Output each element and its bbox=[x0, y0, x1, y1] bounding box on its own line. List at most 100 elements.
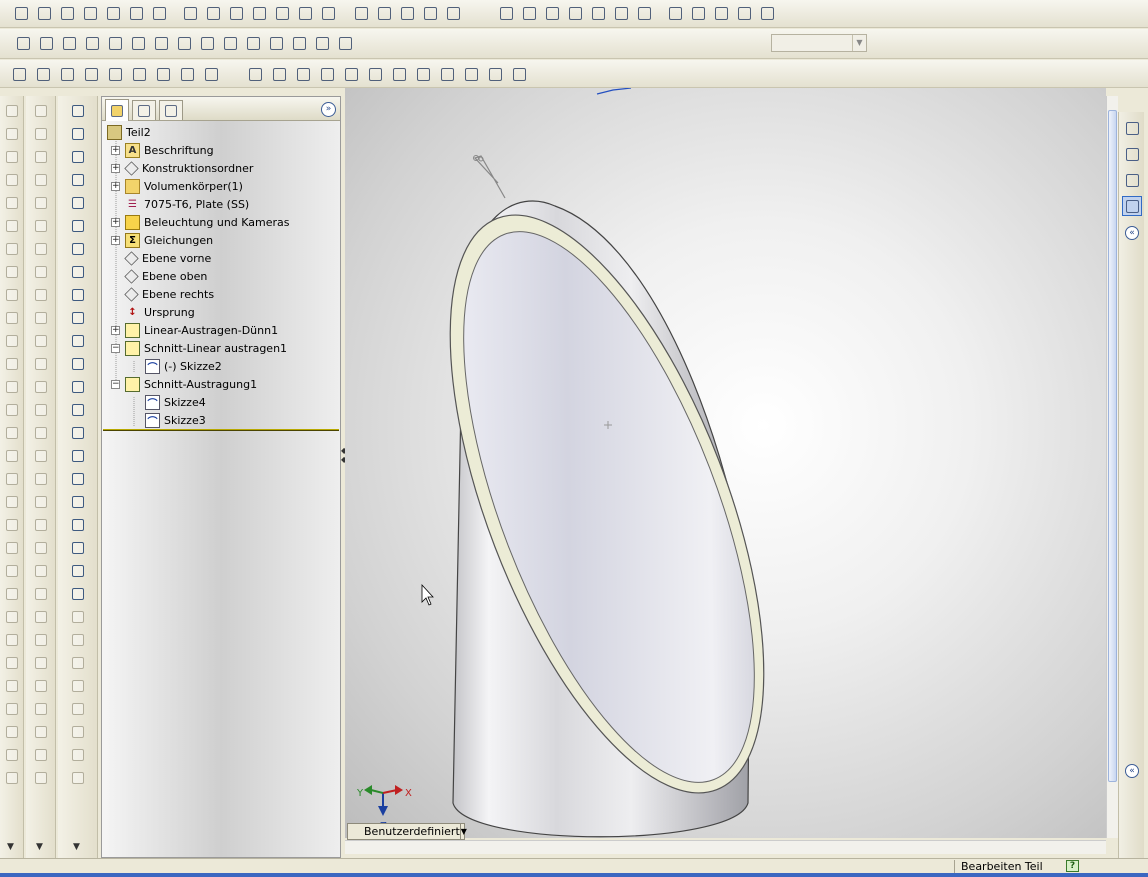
vs1-tool-5-button[interactable] bbox=[3, 194, 20, 211]
vs3-tool-12-button[interactable] bbox=[69, 355, 86, 372]
vs1-tool-21-button[interactable] bbox=[3, 562, 20, 579]
ref-geometry-button[interactable] bbox=[244, 34, 262, 52]
tree-item[interactable]: + Σ Gleichungen bbox=[111, 231, 213, 249]
vs1-tool-12-button[interactable] bbox=[3, 355, 20, 372]
shaded-edges-button[interactable] bbox=[735, 4, 753, 22]
vs3-tool-9-button[interactable] bbox=[69, 286, 86, 303]
vs2-tool-30-button[interactable] bbox=[32, 769, 49, 786]
vertex-filter-button[interactable] bbox=[342, 65, 360, 83]
boundary-button[interactable] bbox=[290, 34, 308, 52]
select-box-button[interactable] bbox=[204, 4, 222, 22]
vs1-tool-13-button[interactable] bbox=[3, 378, 20, 395]
vs1-tool-15-button[interactable] bbox=[3, 424, 20, 441]
vs3-tool-26-button[interactable] bbox=[69, 677, 86, 694]
shaded-button[interactable] bbox=[712, 4, 730, 22]
vs2-tool-17-button[interactable] bbox=[32, 470, 49, 487]
vs2-tool-8-button[interactable] bbox=[32, 263, 49, 280]
chamfer-button[interactable] bbox=[336, 34, 354, 52]
vs3-tool-21-button[interactable] bbox=[69, 562, 86, 579]
vs3-tool-18-button[interactable] bbox=[69, 493, 86, 510]
tree-item[interactable]: + A Beschriftung bbox=[111, 141, 214, 159]
chevron-down-icon[interactable]: ▼ bbox=[36, 842, 43, 852]
vs2-tool-20-button[interactable] bbox=[32, 539, 49, 556]
chevron-down-icon[interactable]: ▼ bbox=[73, 842, 80, 852]
vs2-tool-26-button[interactable] bbox=[32, 677, 49, 694]
select-filter-button[interactable] bbox=[270, 65, 288, 83]
vs2-tool-16-button[interactable] bbox=[32, 447, 49, 464]
collapse-icon[interactable]: − bbox=[111, 343, 120, 353]
wizard-button[interactable] bbox=[198, 34, 216, 52]
vs1-tool-22-button[interactable] bbox=[3, 585, 20, 602]
configuration-combo[interactable]: ▼ bbox=[771, 34, 867, 52]
tree-item[interactable]: Ebene vorne bbox=[111, 249, 211, 267]
vs2-tool-29-button[interactable] bbox=[32, 746, 49, 763]
vs1-tool-9-button[interactable] bbox=[3, 286, 20, 303]
rollback-bar[interactable] bbox=[103, 429, 339, 431]
graphics-area[interactable]: X Y Z bbox=[345, 88, 1106, 838]
zoom-out-button[interactable] bbox=[566, 4, 584, 22]
vs2-tool-4-button[interactable] bbox=[32, 171, 49, 188]
horizontal-scrollbar[interactable] bbox=[345, 840, 1106, 854]
vs2-tool-1-button[interactable] bbox=[32, 102, 49, 119]
tree-item[interactable]: + Konstruktionsordner bbox=[111, 159, 253, 177]
print-preview-button[interactable] bbox=[104, 4, 122, 22]
tree-item[interactable]: Ebene oben bbox=[111, 267, 207, 285]
help-button[interactable] bbox=[296, 4, 314, 22]
weldbead-filter-button[interactable] bbox=[510, 65, 528, 83]
vs2-tool-10-button[interactable] bbox=[32, 309, 49, 326]
vs1-tool-27-button[interactable] bbox=[3, 700, 20, 717]
tree-item[interactable]: − Schnitt-Austragung1 bbox=[111, 375, 257, 393]
chevron-down-icon[interactable]: ▼ bbox=[7, 842, 14, 852]
edit-macro-button[interactable] bbox=[106, 34, 124, 52]
expand-icon[interactable]: + bbox=[111, 325, 120, 335]
record-button[interactable] bbox=[60, 34, 78, 52]
vs1-tool-10-button[interactable] bbox=[3, 309, 20, 326]
view-orientation-dropdown[interactable]: Benutzerdefiniert ▼ bbox=[347, 823, 467, 840]
tree-item[interactable]: ↕ Ursprung bbox=[111, 303, 194, 321]
vs3-tool-28-button[interactable] bbox=[69, 723, 86, 740]
edge-filter-button[interactable] bbox=[318, 65, 336, 83]
note-button[interactable] bbox=[82, 65, 100, 83]
vs1-tool-7-button[interactable] bbox=[3, 240, 20, 257]
collapse-task-pane-button[interactable]: « bbox=[1125, 226, 1139, 240]
sketch-filter-button[interactable] bbox=[462, 65, 480, 83]
point-button[interactable] bbox=[398, 4, 416, 22]
cut-tube-model[interactable]: X Y Z bbox=[345, 88, 1106, 838]
vs2-tool-12-button[interactable] bbox=[32, 355, 49, 372]
vs2-tool-24-button[interactable] bbox=[32, 631, 49, 648]
task-pane-explorer-button[interactable] bbox=[1122, 170, 1142, 190]
point-filter-button[interactable] bbox=[438, 65, 456, 83]
vs1-tool-24-button[interactable] bbox=[3, 631, 20, 648]
help-icon[interactable]: ? bbox=[1066, 860, 1079, 872]
vs3-tool-1-button[interactable] bbox=[69, 102, 86, 119]
vs3-tool-8-button[interactable] bbox=[69, 263, 86, 280]
new-button[interactable] bbox=[12, 4, 30, 22]
vs2-tool-25-button[interactable] bbox=[32, 654, 49, 671]
rotate-button[interactable] bbox=[589, 4, 607, 22]
vs2-tool-7-button[interactable] bbox=[32, 240, 49, 257]
vs2-tool-28-button[interactable] bbox=[32, 723, 49, 740]
record-macro-button[interactable] bbox=[444, 4, 462, 22]
vs3-tool-13-button[interactable] bbox=[69, 378, 86, 395]
vs2-tool-5-button[interactable] bbox=[32, 194, 49, 211]
task-pane-home-button[interactable] bbox=[1122, 118, 1142, 138]
traffic-light-button[interactable] bbox=[227, 4, 245, 22]
tree-item[interactable]: − Schnitt-Linear austragen1 bbox=[111, 339, 287, 357]
vs3-tool-29-button[interactable] bbox=[69, 746, 86, 763]
filter-button[interactable] bbox=[246, 65, 264, 83]
vs2-tool-3-button[interactable] bbox=[32, 148, 49, 165]
vs2-tool-13-button[interactable] bbox=[32, 378, 49, 395]
redo-button[interactable] bbox=[150, 4, 168, 22]
tree-item[interactable]: ☰ 7075-T6, Plate (SS) bbox=[111, 195, 249, 213]
vs2-tool-6-button[interactable] bbox=[32, 217, 49, 234]
vs1-tool-16-button[interactable] bbox=[3, 447, 20, 464]
close-button[interactable] bbox=[129, 34, 147, 52]
pan-button[interactable] bbox=[612, 4, 630, 22]
datum-target-button[interactable] bbox=[202, 65, 220, 83]
vs3-tool-27-button[interactable] bbox=[69, 700, 86, 717]
table-button[interactable] bbox=[178, 65, 196, 83]
datum-button[interactable] bbox=[58, 65, 76, 83]
print-button[interactable] bbox=[81, 4, 99, 22]
vs1-tool-17-button[interactable] bbox=[3, 470, 20, 487]
vs1-tool-14-button[interactable] bbox=[3, 401, 20, 418]
